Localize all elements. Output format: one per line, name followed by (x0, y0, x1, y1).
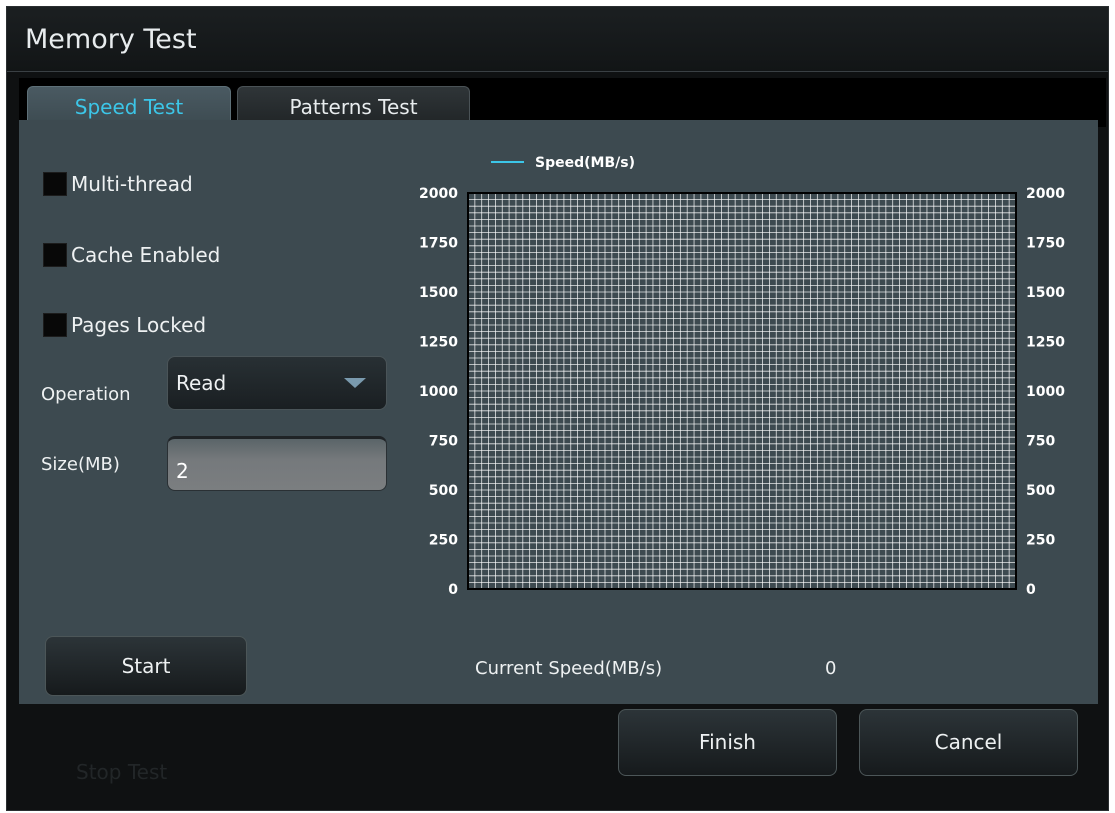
chart-legend: Speed(MB/s) (491, 155, 635, 171)
title-bar: Memory Test (7, 7, 1108, 72)
y-tick-label: 500 (429, 483, 458, 499)
y-tick-label: 1750 (419, 236, 458, 252)
y2-tick-label: 1750 (1026, 236, 1065, 252)
y-tick-label: 2000 (419, 186, 458, 202)
chart-grid (467, 192, 1017, 590)
y2-tick-label: 2000 (1026, 186, 1065, 202)
y2-tick-label: 1250 (1026, 335, 1065, 351)
window-title: Memory Test (25, 24, 197, 55)
y-axis-left: 0 250 500 750 1000 1250 1500 1750 2000 (419, 186, 458, 598)
y-tick-label: 1000 (419, 384, 458, 400)
y-tick-label: 0 (448, 582, 458, 598)
y-tick-label: 1250 (419, 335, 458, 351)
speed-chart: Speed(MB/s) 0 250 500 750 1000 1250 1500 1750 20… (419, 155, 1065, 598)
current-speed-label: Current Speed(MB/s) (475, 658, 663, 679)
y2-tick-label: 500 (1026, 483, 1055, 499)
y2-tick-label: 750 (1026, 434, 1055, 450)
y-axis-right: 0 250 500 750 1000 1250 1500 1750 2000 (1026, 186, 1065, 598)
current-speed-value: 0 (825, 658, 837, 679)
y-tick-label: 1500 (419, 285, 458, 301)
finish-button[interactable]: Finish (618, 709, 837, 776)
legend-label: Speed(MB/s) (535, 155, 635, 171)
y2-tick-label: 250 (1026, 533, 1055, 549)
stop-test-label: Stop Test (76, 760, 168, 784)
y-tick-label: 250 (429, 533, 458, 549)
y-tick-label: 750 (429, 434, 458, 450)
speed-test-panel: Multi-thread Cache Enabled Pages Locked … (19, 120, 1098, 704)
cancel-button[interactable]: Cancel (859, 709, 1078, 776)
y2-tick-label: 1500 (1026, 285, 1065, 301)
y2-tick-label: 1000 (1026, 384, 1065, 400)
start-button[interactable]: Start (45, 636, 247, 696)
y2-tick-label: 0 (1026, 582, 1036, 598)
